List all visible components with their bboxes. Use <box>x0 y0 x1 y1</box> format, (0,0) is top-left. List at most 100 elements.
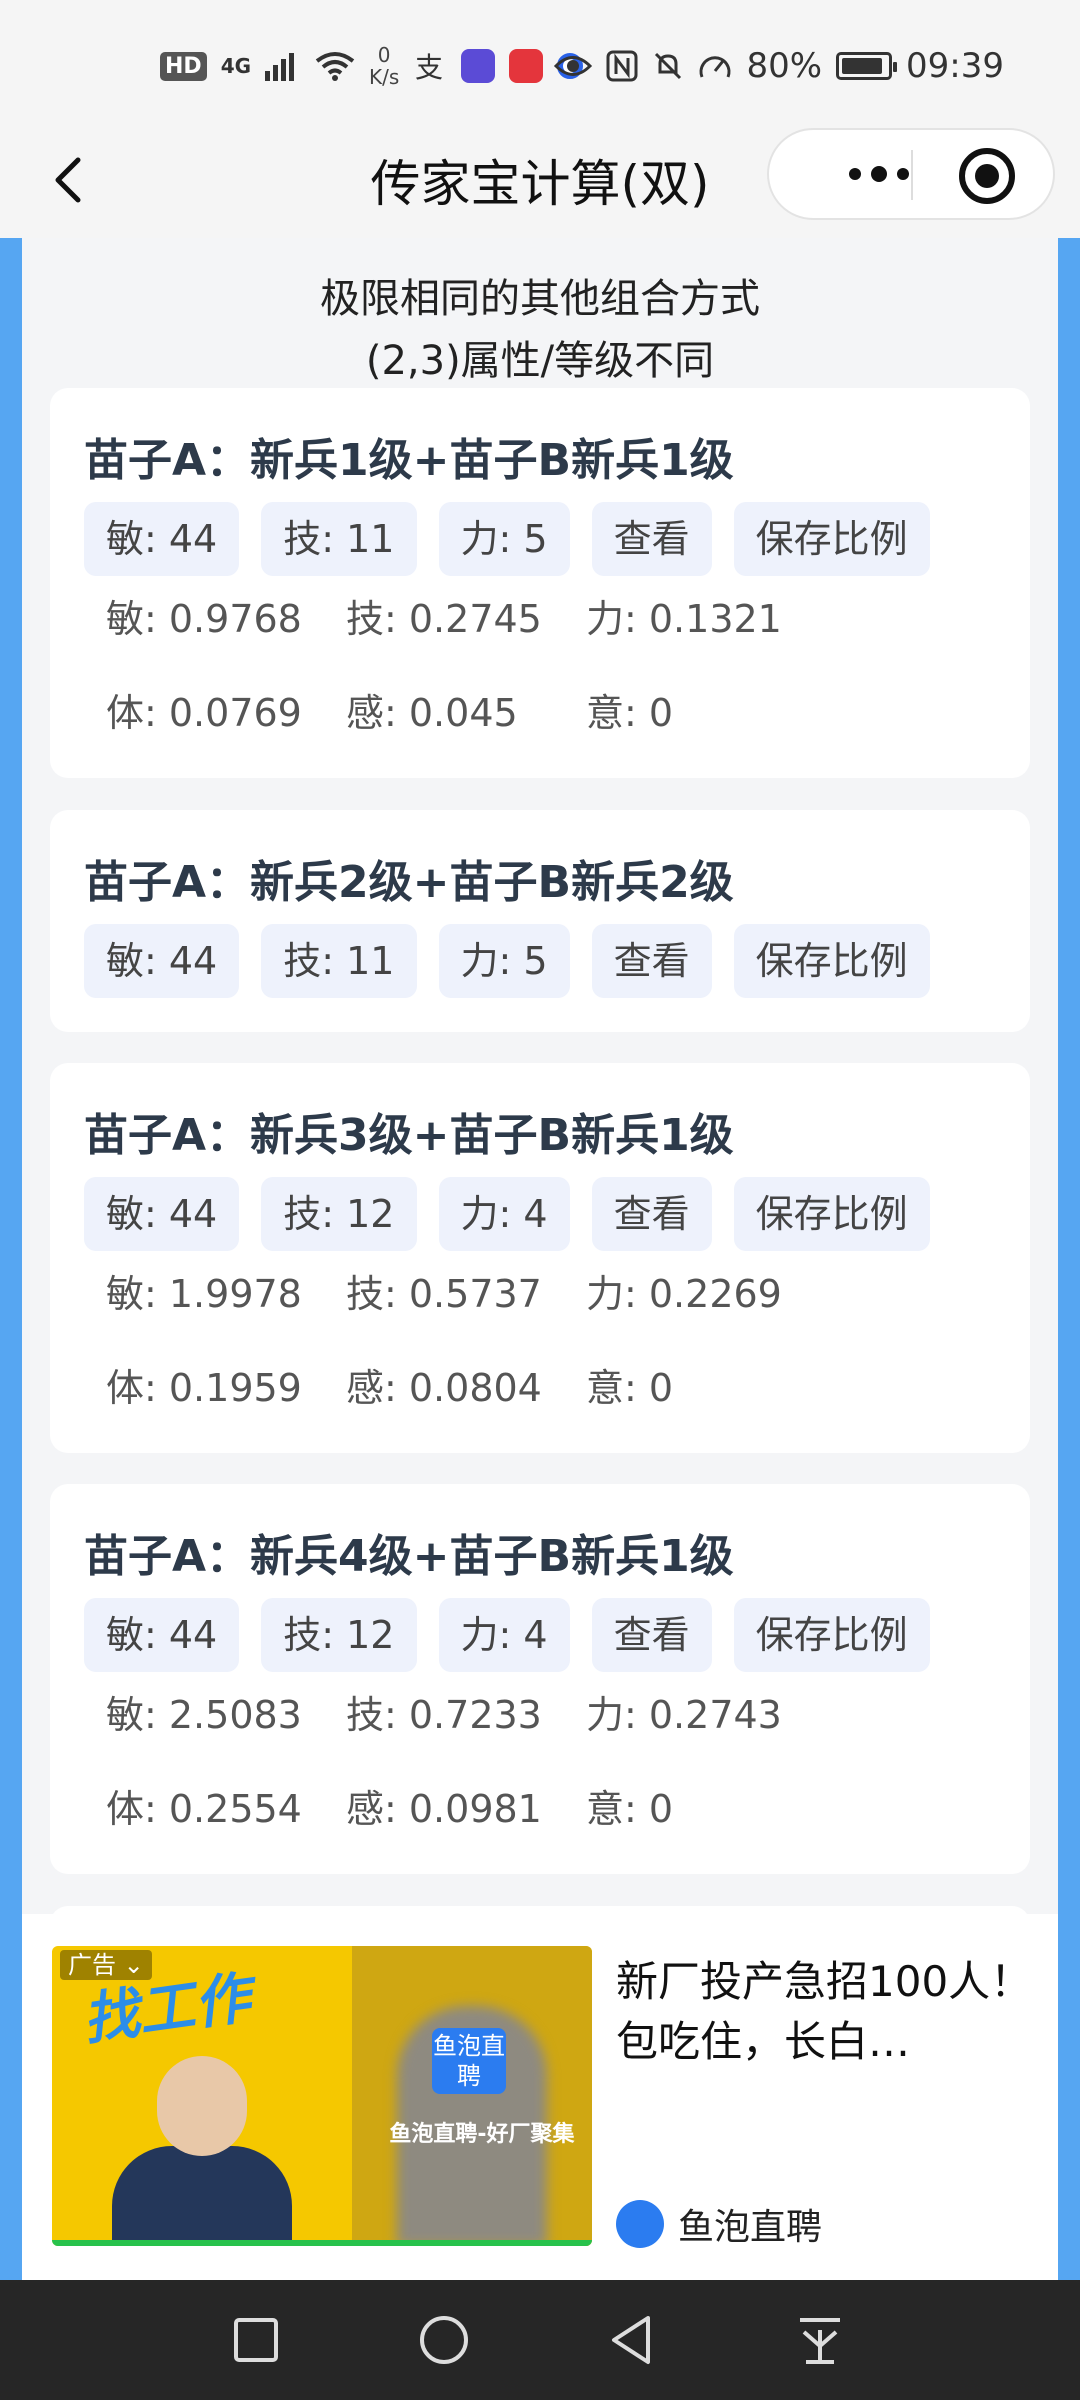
stat-will: 意: 0 <box>586 691 674 735</box>
svg-text:支: 支 <box>415 51 443 83</box>
card-title: 苗子A：新兵3级+苗子B新兵1级 <box>84 1110 734 1161</box>
tag-strength: 力: 4 <box>438 1177 570 1251</box>
recent-apps-icon[interactable] <box>226 2310 286 2370</box>
status-left: HD 4G 0 K/s 支 <box>160 44 584 88</box>
card-tags: 敏: 44 技: 11 力: 5 查看 保存比例 <box>84 924 930 998</box>
speed-value: 0 <box>377 43 391 67</box>
network-speed: 0 K/s <box>369 44 399 88</box>
tag-agility: 敏: 44 <box>84 502 240 576</box>
more-menu-icon[interactable] <box>809 130 949 218</box>
ad-brand-logo-icon <box>616 2200 664 2248</box>
view-button[interactable]: 查看 <box>591 1598 712 1672</box>
stat-agility: 敏: 1.9978 <box>106 1272 302 1316</box>
heading-line-1: 极限相同的其他组合方式 <box>320 276 760 322</box>
tag-skill: 技: 11 <box>261 924 417 998</box>
ad-label[interactable]: 广告 ⌄ <box>60 1950 152 1980</box>
stat-sense: 感: 0.0981 <box>346 1787 542 1831</box>
notification-pulldown-icon[interactable] <box>790 2310 850 2370</box>
card-tags: 敏: 44 技: 12 力: 4 查看 保存比例 <box>84 1177 930 1251</box>
stat-row-2: 体: 0.0769 感: 0.045 意: 0 <box>106 682 826 737</box>
nfc-icon <box>606 50 638 82</box>
stat-agility: 敏: 2.5083 <box>106 1693 302 1737</box>
signal-4g-label: 4G <box>220 54 252 78</box>
stat-agility: 敏: 0.9768 <box>106 597 302 641</box>
chevron-down-icon: ⌄ <box>123 1951 144 1979</box>
save-ratio-button[interactable]: 保存比例 <box>733 502 930 576</box>
home-circle-icon[interactable] <box>414 2310 474 2370</box>
tag-strength: 力: 5 <box>438 924 570 998</box>
hd-badge: HD <box>160 51 207 81</box>
nav-bar: 传家宝计算(双) <box>0 128 1080 238</box>
status-right: 80% 09:39 <box>554 46 1004 86</box>
tag-agility: 敏: 44 <box>84 1598 240 1672</box>
card-title: 苗子A：新兵2级+苗子B新兵2级 <box>84 857 734 908</box>
stat-will: 意: 0 <box>586 1787 674 1831</box>
stat-skill: 技: 0.7233 <box>346 1693 542 1737</box>
tag-skill: 技: 12 <box>261 1177 417 1251</box>
stat-sense: 感: 0.0804 <box>346 1366 542 1410</box>
ad-brand-name: 鱼泡直聘 <box>678 2207 823 2248</box>
stat-body: 体: 0.2554 <box>106 1787 302 1831</box>
stat-row-1: 敏: 2.5083 技: 0.7233 力: 0.2743 <box>106 1684 826 1739</box>
stat-strength: 力: 0.1321 <box>586 597 782 641</box>
section-heading: 极限相同的其他组合方式 (2,3)属性/等级不同 <box>22 268 1058 392</box>
card-tags: 敏: 44 技: 12 力: 4 查看 保存比例 <box>84 1598 930 1672</box>
tag-skill: 技: 12 <box>261 1598 417 1672</box>
battery-percent: 80% <box>746 46 823 86</box>
card-title: 苗子A：新兵1级+苗子B新兵1级 <box>84 435 734 486</box>
mute-bell-icon <box>655 52 682 80</box>
card-tags: 敏: 44 技: 11 力: 5 查看 保存比例 <box>84 502 930 576</box>
ad-label-text: 广告 <box>68 1951 116 1979</box>
ad-banner[interactable]: 找工作 鱼泡直聘 鱼泡直聘-好厂聚集 广告 ⌄ 新厂投产急招100人！包吃住，长… <box>22 1914 1058 2280</box>
combination-card: 苗子A：新兵4级+苗子B新兵1级 敏: 44 技: 12 力: 4 查看 保存比… <box>50 1484 1030 1874</box>
tag-agility: 敏: 44 <box>84 924 240 998</box>
view-button[interactable]: 查看 <box>591 502 712 576</box>
stat-row-1: 敏: 0.9768 技: 0.2745 力: 0.1321 <box>106 588 826 643</box>
tag-skill: 技: 11 <box>261 502 417 576</box>
tag-agility: 敏: 44 <box>84 1177 240 1251</box>
battery-icon <box>836 52 898 80</box>
wifi-icon <box>315 52 355 81</box>
stat-sense: 感: 0.045 <box>346 691 518 735</box>
save-ratio-button[interactable]: 保存比例 <box>733 1177 930 1251</box>
status-bar: HD 4G 0 K/s 支 80% 09:39 <box>0 0 1080 130</box>
ad-brand-logo-box: 鱼泡直聘 <box>432 2028 506 2094</box>
miniprogram-capsule <box>767 128 1055 220</box>
stat-skill: 技: 0.2745 <box>346 597 542 641</box>
view-button[interactable]: 查看 <box>591 1177 712 1251</box>
card-title: 苗子A：新兵4级+苗子B新兵1级 <box>84 1531 734 1582</box>
stat-row-2: 体: 0.2554 感: 0.0981 意: 0 <box>106 1778 826 1833</box>
tag-strength: 力: 4 <box>438 1598 570 1672</box>
alipay-icon: 支 <box>415 51 443 83</box>
clock: 09:39 <box>906 46 1004 86</box>
huawei-app-icon <box>509 49 544 83</box>
ad-headline[interactable]: 新厂投产急招100人！包吃住，长白… <box>616 1952 1036 2072</box>
speedometer-icon <box>699 56 731 78</box>
system-nav-bar <box>0 2280 1080 2400</box>
combination-card: 苗子A：新兵2级+苗子B新兵2级 敏: 44 技: 11 力: 5 查看 保存比… <box>50 810 1030 1032</box>
ad-brand-row[interactable]: 鱼泡直聘 <box>616 2198 822 2250</box>
ad-person-illustration <box>112 2056 292 2246</box>
ad-progress-line <box>52 2240 592 2246</box>
capsule-divider <box>911 150 913 200</box>
save-ratio-button[interactable]: 保存比例 <box>733 924 930 998</box>
stat-will: 意: 0 <box>586 1366 674 1410</box>
save-ratio-button[interactable]: 保存比例 <box>733 1598 930 1672</box>
speed-unit: K/s <box>369 65 400 89</box>
stat-strength: 力: 0.2743 <box>586 1693 782 1737</box>
close-miniprogram-icon[interactable] <box>959 148 1015 204</box>
heading-line-2: (2,3)属性/等级不同 <box>365 338 715 384</box>
view-button[interactable]: 查看 <box>591 924 712 998</box>
stat-body: 体: 0.1959 <box>106 1366 302 1410</box>
ad-image[interactable]: 找工作 鱼泡直聘 鱼泡直聘-好厂聚集 广告 ⌄ <box>52 1946 592 2246</box>
stat-body: 体: 0.0769 <box>106 691 302 735</box>
ad-image-subtitle: 鱼泡直聘-好厂聚集 <box>389 2122 575 2147</box>
signal-icon <box>265 53 295 81</box>
back-triangle-icon[interactable] <box>602 2310 662 2370</box>
tag-strength: 力: 5 <box>438 502 570 576</box>
stat-strength: 力: 0.2269 <box>586 1272 782 1316</box>
stat-skill: 技: 0.5737 <box>346 1272 542 1316</box>
stat-row-2: 体: 0.1959 感: 0.0804 意: 0 <box>106 1357 826 1412</box>
sticker-app-icon <box>461 49 496 83</box>
combination-card: 苗子A：新兵3级+苗子B新兵1级 敏: 44 技: 12 力: 4 查看 保存比… <box>50 1063 1030 1453</box>
